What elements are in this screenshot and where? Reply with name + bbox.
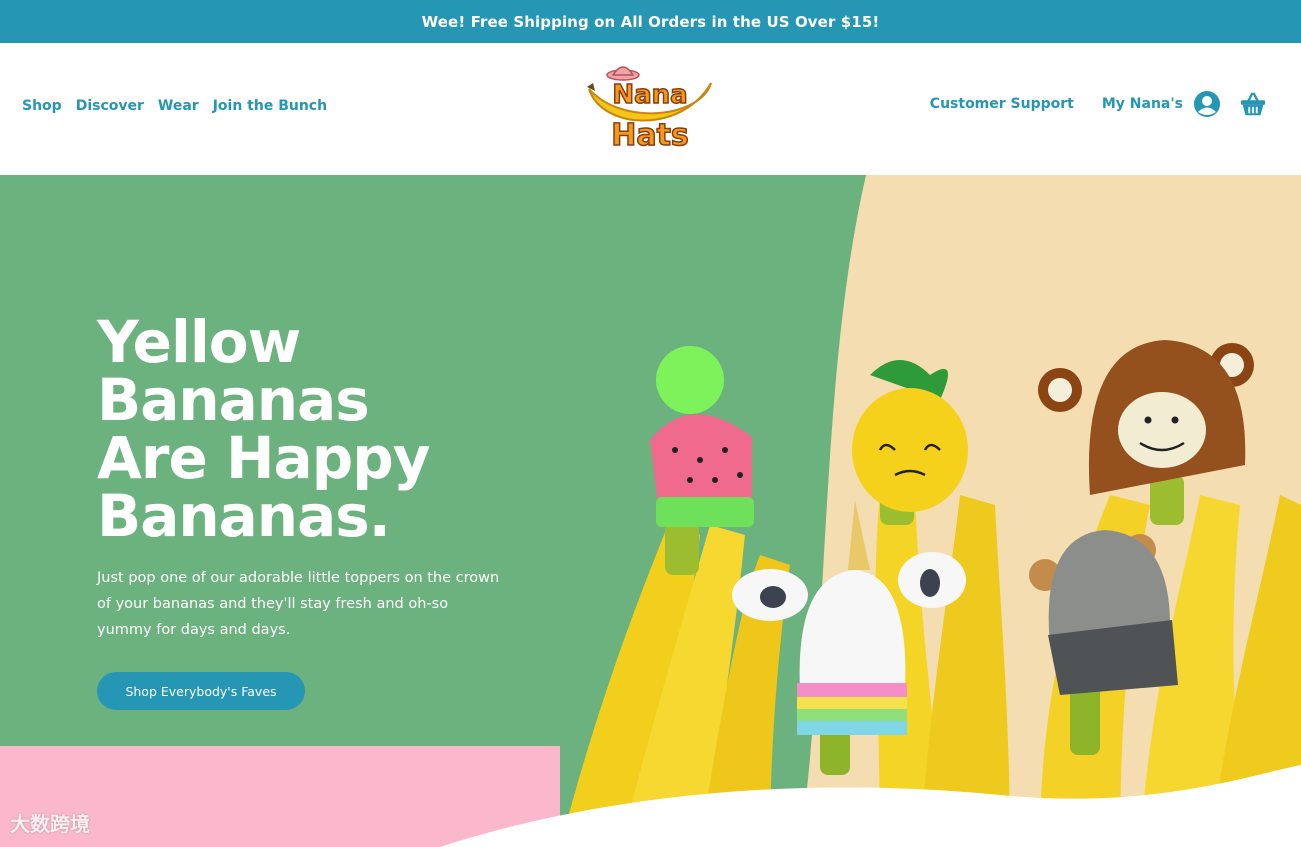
headline-line: Bananas. [97,482,391,550]
hero-subcopy: Just pop one of our adorable little topp… [97,570,500,638]
watermark: 大数跨境 [10,812,90,836]
user-circle-icon[interactable] [1193,90,1221,118]
logo-graphic: Nana Hats [587,66,712,154]
primary-nav: Shop Discover Wear Join the Bunch [22,98,327,114]
customer-support-link[interactable]: Customer Support [930,96,1074,112]
basket-icon[interactable] [1239,90,1267,118]
nav-join-the-bunch[interactable]: Join the Bunch [213,98,327,114]
utility-nav: Customer Support My Nana's [930,90,1267,118]
nav-shop[interactable]: Shop [22,98,62,114]
hero-headline: Yellow Bananas Are Happy Bananas. [97,313,517,545]
shop-faves-button[interactable]: Shop Everybody's Faves [97,672,305,710]
headline-line: Are Happy [97,424,431,492]
hero-section: Yellow Bananas Are Happy Bananas. Just p… [0,175,1301,847]
announcement-text: Wee! Free Shipping on All Orders in the … [421,12,880,31]
nana-hats-logo[interactable]: Nana Hats [583,61,717,157]
nav-discover[interactable]: Discover [76,98,144,114]
my-account-link[interactable]: My Nana's [1102,96,1183,112]
logo-word-1: Nana [612,80,687,110]
watermelon-hat-image [650,346,754,527]
headline-line: Bananas [97,366,370,434]
site-header: Shop Discover Wear Join the Bunch Nana H… [0,43,1301,175]
announcement-bar: Wee! Free Shipping on All Orders in the … [0,0,1301,43]
logo-word-2: Hats [611,118,689,153]
headline-line: Yellow [97,308,301,376]
nav-wear[interactable]: Wear [158,98,199,114]
